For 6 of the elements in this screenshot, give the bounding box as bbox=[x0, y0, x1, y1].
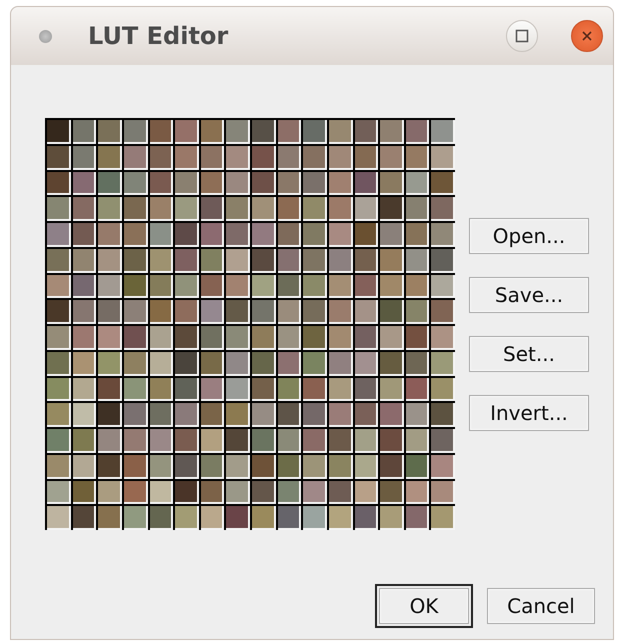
dialog-button[interactable]: Invert... bbox=[469, 394, 589, 430]
dialog-button[interactable]: Open... bbox=[469, 218, 589, 254]
window-title: LUT Editor bbox=[88, 22, 230, 50]
dialog-button[interactable]: Cancel bbox=[487, 588, 595, 624]
dialog-button[interactable]: Save... bbox=[469, 276, 589, 312]
dialog-button[interactable]: Set... bbox=[469, 336, 589, 372]
